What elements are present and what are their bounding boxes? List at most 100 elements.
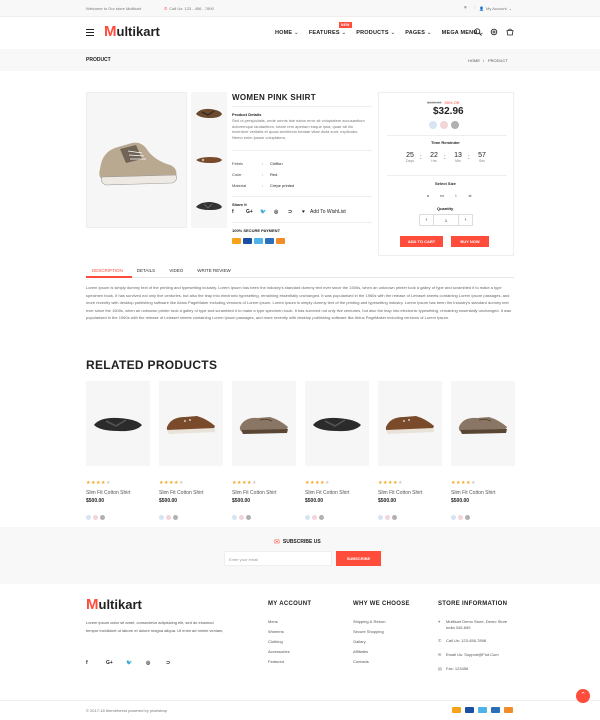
nav-features[interactable]: NEW FEATURES ⌄ xyxy=(309,22,352,36)
quantity-input[interactable]: 1 xyxy=(434,218,458,223)
size-option[interactable]: l xyxy=(449,193,463,198)
logo[interactable]: M ultikart xyxy=(104,23,160,40)
tab-description[interactable]: DESCRIPTION xyxy=(92,268,123,273)
color-swatch[interactable] xyxy=(312,515,317,520)
google-plus-icon[interactable]: G+ xyxy=(246,209,260,215)
color-swatch[interactable] xyxy=(392,515,397,520)
back-to-top-button[interactable]: ⌃ xyxy=(576,689,590,703)
color-swatch[interactable] xyxy=(378,515,383,520)
instagram-icon[interactable]: ◎ xyxy=(146,660,166,666)
color-swatch[interactable] xyxy=(159,515,164,520)
quantity-minus-button[interactable]: ‹ xyxy=(420,215,434,225)
product-card[interactable]: ★★★★★ Slim Fit Cotton Shirt $500.00 xyxy=(305,381,369,525)
color-swatch[interactable] xyxy=(429,121,437,129)
instagram-icon[interactable]: ◎ xyxy=(274,209,288,215)
product-card-name[interactable]: Slim Fit Cotton Shirt xyxy=(86,490,150,496)
footer-link[interactable]: Clothing xyxy=(268,637,290,647)
color-swatch[interactable] xyxy=(451,121,459,129)
email-input[interactable]: Enter your email xyxy=(224,551,332,566)
gear-icon[interactable] xyxy=(490,28,498,36)
color-swatch[interactable] xyxy=(458,515,463,520)
footer-link[interactable]: Shipping & Return xyxy=(353,617,385,627)
quantity-stepper[interactable]: ‹ 1 › xyxy=(419,214,473,226)
main-product-image[interactable] xyxy=(86,92,187,228)
footer-logo[interactable]: M ultikart xyxy=(86,596,142,613)
tab-details[interactable]: DETAILS xyxy=(137,268,155,273)
menu-icon[interactable] xyxy=(86,29,94,37)
heart-icon[interactable]: ♥ xyxy=(302,209,310,215)
product-card-image[interactable] xyxy=(451,381,515,466)
breadcrumb-home[interactable]: HOME xyxy=(468,58,480,63)
my-account-link[interactable]: 👤 My Account ⌄ xyxy=(479,6,512,11)
tab-video[interactable]: VIDEO xyxy=(169,268,183,273)
color-swatch[interactable] xyxy=(232,515,237,520)
wishlist-link[interactable]: Add To WishList xyxy=(310,209,346,215)
product-card[interactable]: ★★★★★ Slim Fit Cotton Shirt $500.00 xyxy=(159,381,223,525)
facebook-icon[interactable]: f xyxy=(232,209,246,215)
color-swatch[interactable] xyxy=(451,515,456,520)
tab-write-review[interactable]: WRITE REVIEW xyxy=(197,268,231,273)
product-card-image[interactable] xyxy=(159,381,223,466)
color-swatch[interactable] xyxy=(385,515,390,520)
footer-link[interactable]: Contacts xyxy=(353,657,385,667)
quantity-plus-button[interactable]: › xyxy=(458,215,472,225)
product-card-name[interactable]: Slim Fit Cotton Shirt xyxy=(451,490,515,496)
subscribe-button[interactable]: SUBSCRIBE xyxy=(336,551,381,566)
product-card[interactable]: ★★★★★ Slim Fit Cotton Shirt $500.00 xyxy=(451,381,515,525)
color-swatch[interactable] xyxy=(239,515,244,520)
size-option[interactable]: m xyxy=(435,193,449,198)
color-swatch[interactable] xyxy=(100,515,105,520)
twitter-icon[interactable]: 🐦 xyxy=(260,209,274,215)
footer-link[interactable]: Secure Shopping xyxy=(353,627,385,637)
color-swatch[interactable] xyxy=(86,515,91,520)
product-card-image[interactable] xyxy=(232,381,296,466)
product-card-image[interactable] xyxy=(378,381,442,466)
footer-link[interactable]: Womens xyxy=(268,627,290,637)
product-card-image[interactable] xyxy=(86,381,150,466)
nav-products[interactable]: PRODUCTS ⌄ xyxy=(356,30,395,36)
add-to-cart-button[interactable]: ADD TO CART xyxy=(400,236,443,247)
color-swatch[interactable] xyxy=(166,515,171,520)
thumbnail-3[interactable] xyxy=(191,188,227,222)
nav-pages[interactable]: PAGES ⌄ xyxy=(405,30,431,36)
product-card[interactable]: ★★★★★ Slim Fit Cotton Shirt $500.00 xyxy=(378,381,442,525)
facebook-icon[interactable]: f xyxy=(86,660,106,666)
rss-icon[interactable]: ⊃ xyxy=(288,209,302,215)
google-plus-icon[interactable]: G+ xyxy=(106,660,126,666)
footer-link[interactable]: Mens xyxy=(268,617,290,627)
color-swatch[interactable] xyxy=(305,515,310,520)
buy-now-button[interactable]: BUY NOW xyxy=(451,236,489,247)
footer-link[interactable]: Featured xyxy=(268,657,290,667)
size-option[interactable]: s xyxy=(421,193,435,198)
nav-home[interactable]: HOME ⌄ xyxy=(275,30,299,36)
thumbnail-2[interactable] xyxy=(191,142,227,176)
footer-link[interactable]: Gallary xyxy=(353,637,385,647)
thumbnail-1[interactable] xyxy=(191,96,227,130)
heart-icon[interactable]: ♥ xyxy=(464,5,467,11)
product-card-image[interactable] xyxy=(305,381,369,466)
footer-link[interactable]: Affiliates xyxy=(353,647,385,657)
divider xyxy=(387,175,507,176)
chevron-down-icon: ⌄ xyxy=(508,6,513,11)
color-swatch[interactable] xyxy=(440,121,448,129)
color-swatch[interactable] xyxy=(319,515,324,520)
color-swatch[interactable] xyxy=(246,515,251,520)
footer-link[interactable]: Accessories xyxy=(268,647,290,657)
product-card-name[interactable]: Slim Fit Cotton Shirt xyxy=(378,490,442,496)
size-option[interactable]: xl xyxy=(463,193,477,198)
product-card-name[interactable]: Slim Fit Cotton Shirt xyxy=(159,490,223,496)
rss-icon[interactable]: ⊃ xyxy=(166,660,186,666)
color-swatch[interactable] xyxy=(465,515,470,520)
product-card-name[interactable]: Slim Fit Cotton Shirt xyxy=(305,490,369,496)
product-card[interactable]: ★★★★★ Slim Fit Cotton Shirt $500.00 xyxy=(86,381,150,525)
color-swatches xyxy=(86,507,150,525)
product-card-name[interactable]: Slim Fit Cotton Shirt xyxy=(232,490,296,496)
color-swatch[interactable] xyxy=(173,515,178,520)
product-card[interactable]: ★★★★★ Slim Fit Cotton Shirt $500.00 xyxy=(232,381,296,525)
twitter-icon[interactable]: 🐦 xyxy=(126,660,146,666)
size-options: s m l xl xyxy=(421,193,477,198)
cart-icon[interactable] xyxy=(506,28,514,36)
search-icon[interactable] xyxy=(474,28,482,36)
color-swatch[interactable] xyxy=(93,515,98,520)
new-badge: NEW xyxy=(338,22,352,28)
